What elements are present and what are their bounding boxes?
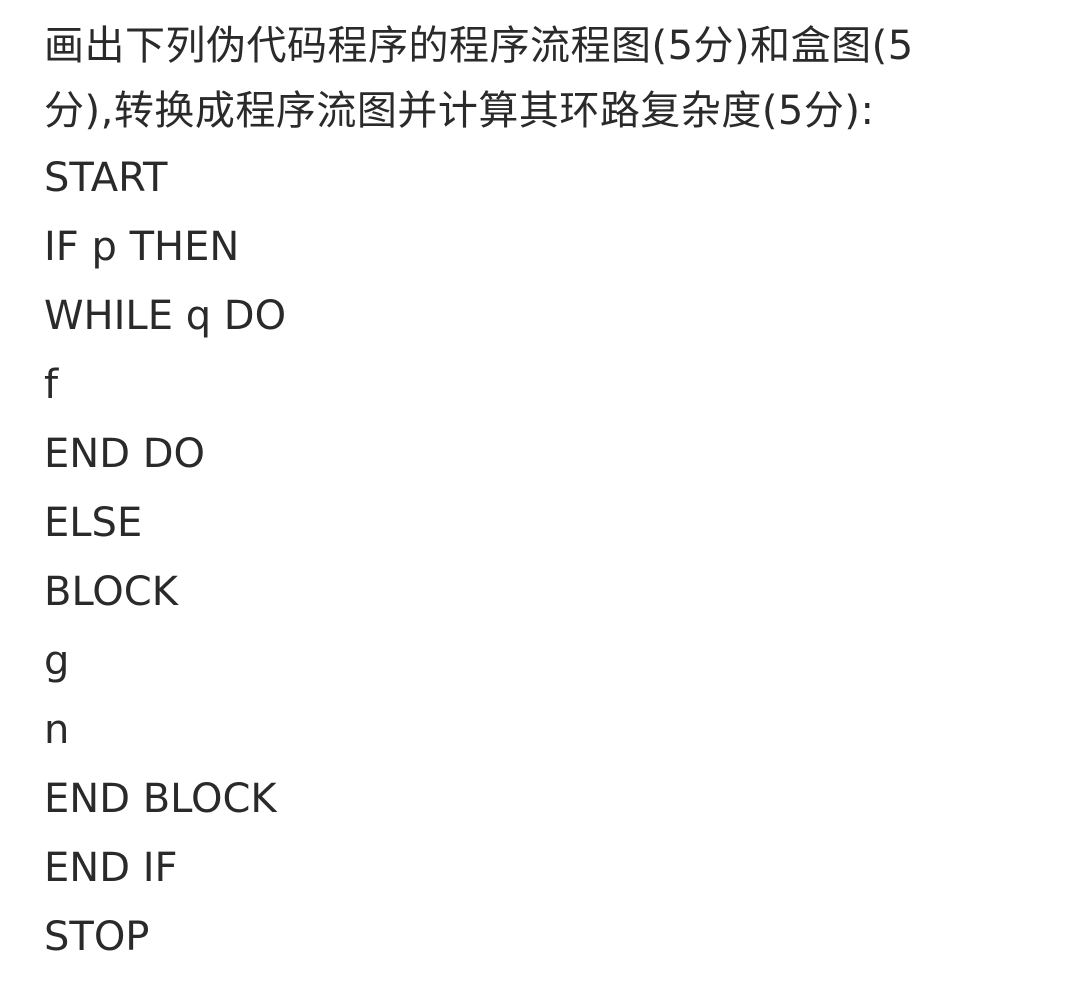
question-line-2: 分),转换成程序流图并计算其环路复杂度(5分):: [44, 88, 875, 134]
pseudocode-block: START IF p THEN WHILE q DO f END DO ELSE…: [44, 144, 1054, 972]
code-line: IF p THEN: [44, 224, 240, 270]
code-line: START: [44, 155, 168, 201]
code-line: g: [44, 638, 70, 684]
code-line: WHILE q DO: [44, 293, 287, 339]
question-text: 画出下列伪代码程序的程序流程图(5分)和盒图(5 分),转换成程序流图并计算其环…: [44, 14, 1054, 144]
document-body: 画出下列伪代码程序的程序流程图(5分)和盒图(5 分),转换成程序流图并计算其环…: [44, 14, 1054, 972]
code-line: BLOCK: [44, 569, 178, 615]
code-line: STOP: [44, 914, 150, 960]
code-line: END BLOCK: [44, 776, 277, 822]
question-line-1: 画出下列伪代码程序的程序流程图(5分)和盒图(5: [44, 23, 914, 69]
code-line: f: [44, 362, 59, 408]
code-line: n: [44, 707, 70, 753]
code-line: ELSE: [44, 500, 143, 546]
code-line: END IF: [44, 845, 178, 891]
code-line: END DO: [44, 431, 205, 477]
